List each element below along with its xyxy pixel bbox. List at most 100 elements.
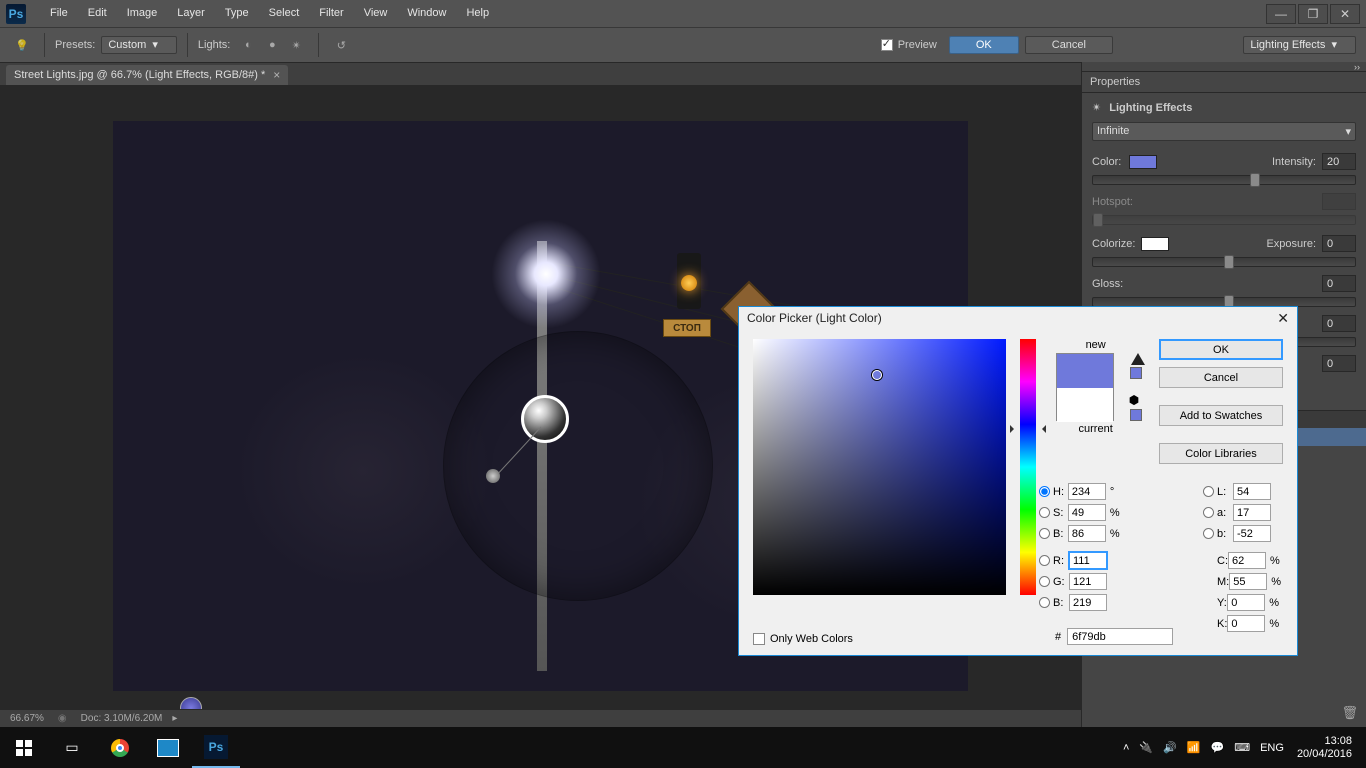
a-radio[interactable] (1203, 507, 1214, 518)
zoom-level[interactable]: 66.67% (10, 713, 44, 724)
color-picker-dialog: Color Picker (Light Color) ✕ new ⬢ (738, 306, 1298, 656)
b-hsb-input[interactable] (1068, 525, 1106, 542)
close-tab-icon[interactable]: × (273, 68, 280, 82)
colorize-swatch[interactable] (1141, 237, 1169, 251)
metallic-input[interactable] (1322, 315, 1356, 332)
menu-window[interactable]: Window (397, 0, 456, 27)
l-radio[interactable] (1203, 486, 1214, 497)
properties-tab[interactable]: Properties (1082, 72, 1366, 93)
power-icon[interactable]: 🔌 (1139, 741, 1153, 754)
restore-button[interactable]: ❐ (1298, 4, 1328, 24)
volume-icon[interactable]: 🔊 (1163, 741, 1177, 754)
add-to-swatches-button[interactable]: Add to Swatches (1159, 405, 1283, 426)
panel-flyout-icon[interactable]: ›› (1082, 62, 1366, 72)
g-input[interactable] (1069, 573, 1107, 590)
s-input[interactable] (1068, 504, 1106, 521)
minimize-button[interactable]: — (1266, 4, 1296, 24)
doc-info: Doc: 3.10M/6.20M (81, 713, 163, 724)
chrome-icon[interactable] (96, 727, 144, 768)
photoshop-taskbar-icon[interactable]: Ps (192, 727, 240, 768)
h-input[interactable] (1068, 483, 1106, 500)
close-button[interactable]: ✕ (1330, 4, 1360, 24)
color-swatch[interactable] (1129, 155, 1157, 169)
start-button[interactable] (0, 727, 48, 768)
status-flyout-icon[interactable]: ▸ (172, 713, 177, 724)
picker-ok-button[interactable]: OK (1159, 339, 1283, 360)
workspace-select[interactable]: Lighting Effects ▾ (1243, 36, 1356, 54)
hex-label: # (1055, 631, 1061, 643)
y-input[interactable] (1227, 594, 1265, 611)
intensity-label: Intensity: (1272, 156, 1316, 168)
presets-label: Presets: (55, 39, 95, 51)
web-only-checkbox[interactable] (753, 633, 765, 645)
current-color-swatch[interactable] (1057, 388, 1113, 422)
hue-slider[interactable] (1020, 339, 1037, 595)
m-input[interactable] (1229, 573, 1267, 590)
reset-light-icon[interactable]: ↺ (331, 35, 351, 55)
websafe-swatch[interactable] (1130, 409, 1142, 421)
b-lab-input[interactable] (1233, 525, 1271, 542)
b-rgb-radio[interactable] (1039, 597, 1050, 608)
light-gizmo-ring[interactable] (443, 331, 713, 601)
a-input[interactable] (1233, 504, 1271, 521)
spot-light-icon[interactable]: ◐ (238, 35, 258, 55)
b-rgb-input[interactable] (1069, 594, 1107, 611)
picker-cancel-button[interactable]: Cancel (1159, 367, 1283, 388)
intensity-input[interactable] (1322, 153, 1356, 170)
sv-cursor[interactable] (872, 370, 882, 380)
color-libraries-button[interactable]: Color Libraries (1159, 443, 1283, 464)
gamut-swatch[interactable] (1130, 367, 1142, 379)
menu-help[interactable]: Help (456, 0, 499, 27)
ambience-input[interactable] (1322, 355, 1356, 372)
gizmo-connector (493, 421, 553, 481)
language-indicator[interactable]: ENG (1260, 742, 1284, 754)
light-type-select[interactable]: Infinite▾ (1092, 122, 1356, 141)
gamut-warning-icon[interactable] (1131, 353, 1145, 365)
r-input[interactable] (1069, 552, 1107, 569)
b-lab-radio[interactable] (1203, 528, 1214, 539)
menu-view[interactable]: View (354, 0, 398, 27)
document-tab[interactable]: Street Lights.jpg @ 66.7% (Light Effects… (6, 65, 288, 85)
saturation-value-field[interactable] (753, 339, 1006, 595)
taskbar-clock[interactable]: 13:08 20/04/2016 (1297, 735, 1352, 761)
point-light-icon[interactable]: ● (262, 35, 282, 55)
g-radio[interactable] (1039, 576, 1050, 587)
action-center-icon[interactable]: 💬 (1211, 741, 1225, 754)
ok-button[interactable]: OK (949, 36, 1019, 54)
tray-overflow-icon[interactable]: ˄ (1123, 742, 1129, 754)
menu-select[interactable]: Select (259, 0, 310, 27)
presets-select[interactable]: Custom ▾ (101, 36, 177, 54)
intensity-slider[interactable] (1092, 175, 1356, 185)
exposure-slider[interactable] (1092, 257, 1356, 267)
h-radio[interactable] (1039, 486, 1050, 497)
s-radio[interactable] (1039, 507, 1050, 518)
menu-type[interactable]: Type (215, 0, 259, 27)
c-input[interactable] (1228, 552, 1266, 569)
cancel-button[interactable]: Cancel (1025, 36, 1113, 54)
light-gizmo-handle[interactable] (486, 469, 500, 483)
menu-edit[interactable]: Edit (78, 0, 117, 27)
lighting-effects-icon: ✴ (1092, 101, 1101, 114)
infinite-light-icon[interactable]: ✴ (286, 35, 306, 55)
taskview-button[interactable]: ▭ (48, 727, 96, 768)
websafe-warning-icon[interactable]: ⬢ (1129, 393, 1139, 407)
gloss-input[interactable] (1322, 275, 1356, 292)
network-icon[interactable]: 📶 (1187, 741, 1201, 754)
trash-icon[interactable]: 🗑 (1341, 705, 1358, 721)
dialog-close-icon[interactable]: ✕ (1277, 310, 1289, 327)
keyboard-icon[interactable]: ⌨ (1234, 741, 1250, 754)
menu-filter[interactable]: Filter (309, 0, 353, 27)
menu-file[interactable]: File (40, 0, 78, 27)
exposure-input[interactable] (1322, 235, 1356, 252)
web-only-label: Only Web Colors (770, 633, 853, 645)
r-radio[interactable] (1039, 555, 1050, 566)
b-hsb-radio[interactable] (1039, 528, 1050, 539)
preview-checkbox[interactable] (881, 39, 893, 51)
hex-input[interactable] (1067, 628, 1173, 645)
menu-layer[interactable]: Layer (167, 0, 215, 27)
photo-viewer-icon[interactable] (144, 727, 192, 768)
menu-image[interactable]: Image (117, 0, 168, 27)
k-input[interactable] (1227, 615, 1265, 632)
dialog-titlebar[interactable]: Color Picker (Light Color) ✕ (739, 307, 1297, 329)
l-input[interactable] (1233, 483, 1271, 500)
